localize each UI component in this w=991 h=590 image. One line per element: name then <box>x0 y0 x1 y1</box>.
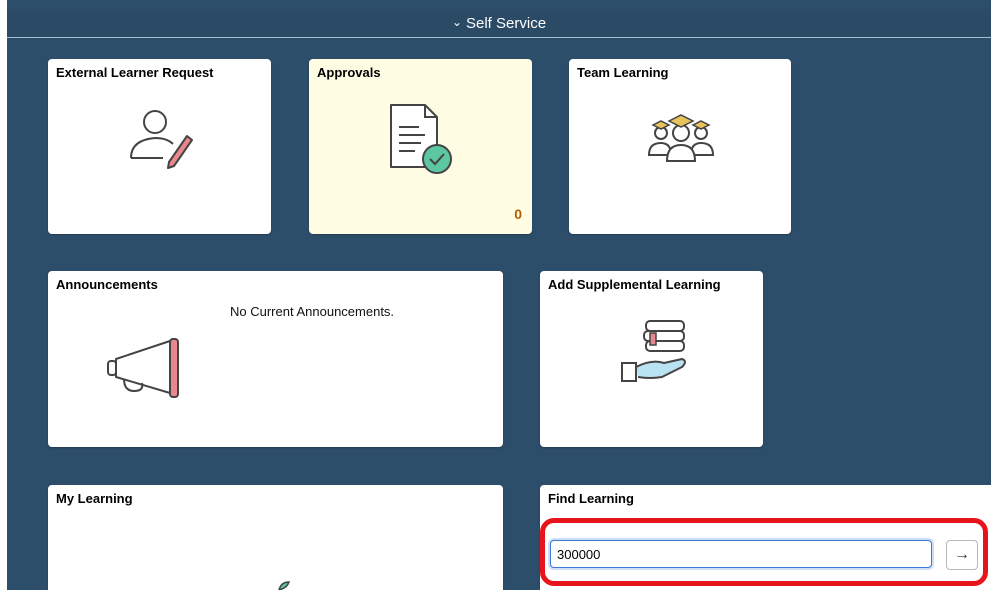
tile-title: Add Supplemental Learning <box>548 277 721 292</box>
tile-team-learning[interactable]: Team Learning <box>569 59 791 234</box>
graduates-team-icon <box>647 114 715 162</box>
arrow-right-icon: → <box>954 546 970 563</box>
find-learning-search-row: → <box>550 540 991 570</box>
tile-approvals[interactable]: Approvals 0 <box>309 59 532 234</box>
tile-title: Team Learning <box>577 65 669 80</box>
tile-announcements[interactable]: Announcements No Current Announcements. <box>48 271 503 447</box>
tile-title: Announcements <box>56 277 158 292</box>
find-learning-input[interactable] <box>550 540 932 568</box>
tile-external-learner-request[interactable]: External Learner Request <box>48 59 271 234</box>
tile-my-learning[interactable]: My Learning <box>48 485 503 590</box>
homepage-title: Self Service <box>466 14 547 32</box>
tile-title: External Learner Request <box>56 65 214 80</box>
homepage-selector[interactable]: ⌄ Self Service <box>7 9 991 38</box>
document-check-icon <box>390 104 452 174</box>
approvals-count-badge: 0 <box>514 206 522 222</box>
tile-find-learning: Find Learning → <box>540 485 991 590</box>
tile-add-supplemental-learning[interactable]: Add Supplemental Learning <box>540 271 763 447</box>
chevron-down-icon: ⌄ <box>451 15 462 29</box>
tile-title: Find Learning <box>548 491 634 506</box>
person-pencil-icon <box>130 110 193 169</box>
books-hand-icon <box>621 320 686 382</box>
find-learning-go-button[interactable]: → <box>946 540 978 570</box>
megaphone-icon <box>107 338 179 398</box>
tile-title: Approvals <box>317 65 381 80</box>
homepage-canvas: ⌄ Self Service External Learner Request … <box>7 0 991 590</box>
announcements-message: No Current Announcements. <box>230 304 395 319</box>
tile-title: My Learning <box>56 491 133 506</box>
leaf-icon <box>278 581 291 590</box>
